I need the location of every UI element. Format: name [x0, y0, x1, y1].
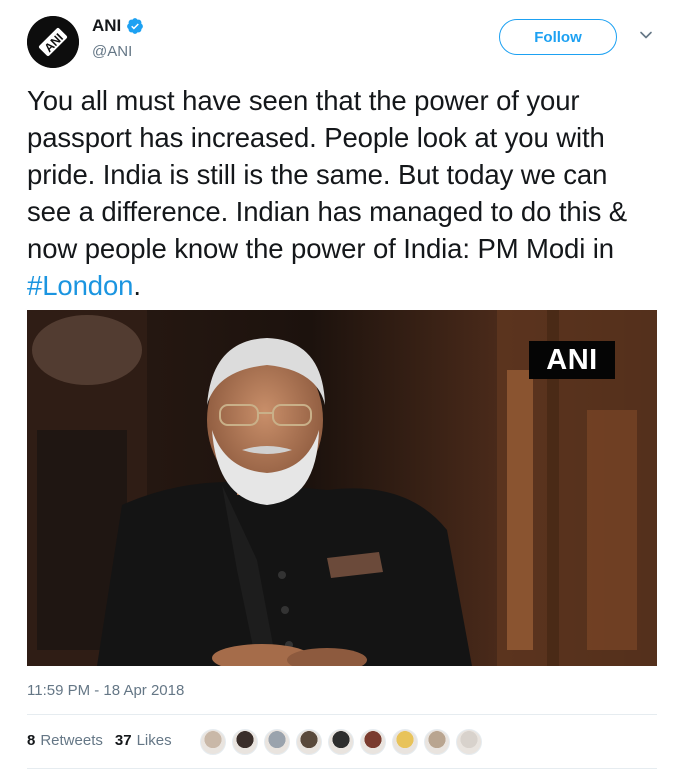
likers-avatars [200, 729, 488, 755]
liker-avatar[interactable] [200, 729, 226, 755]
tweet-trailing: . [133, 270, 141, 301]
tweet-body: You all must have seen that the power of… [27, 85, 628, 264]
account-avatar[interactable]: ANI [27, 16, 79, 68]
divider-bottom [27, 768, 657, 769]
retweets-count: 8 [27, 732, 36, 749]
verified-badge-icon [126, 17, 144, 35]
ani-watermark: ANI [529, 341, 615, 379]
likes-label: Likes [136, 732, 172, 749]
tweet-stats: 8 Retweets 37 Likes [27, 732, 184, 749]
liker-avatar[interactable] [360, 729, 386, 755]
tweet-timestamp[interactable]: 11:59 PM - 18 Apr 2018 [27, 682, 184, 699]
likes-count: 37 [114, 732, 132, 749]
follow-button[interactable]: Follow [499, 19, 617, 55]
account-handle[interactable]: @ANI [92, 43, 132, 60]
liker-avatar[interactable] [328, 729, 354, 755]
liker-avatar[interactable] [296, 729, 322, 755]
display-name[interactable]: ANI [92, 16, 121, 36]
likes-stat[interactable]: 37 Likes [115, 732, 172, 749]
tweet-text: You all must have seen that the power of… [27, 82, 657, 304]
chevron-down-icon[interactable] [638, 27, 654, 43]
liker-avatar[interactable] [232, 729, 258, 755]
retweets-stat[interactable]: 8 Retweets [27, 732, 103, 749]
tweet-photo[interactable]: ANI [27, 310, 657, 666]
liker-avatar[interactable] [264, 729, 290, 755]
tweet-header: ANI ANI @ANI Follow [0, 0, 674, 80]
hashtag-link[interactable]: #London [27, 270, 133, 301]
name-row: ANI [92, 16, 144, 36]
liker-avatar[interactable] [456, 729, 482, 755]
divider-top [27, 714, 657, 715]
retweets-label: Retweets [40, 732, 103, 749]
liker-avatar[interactable] [392, 729, 418, 755]
liker-avatar[interactable] [424, 729, 450, 755]
